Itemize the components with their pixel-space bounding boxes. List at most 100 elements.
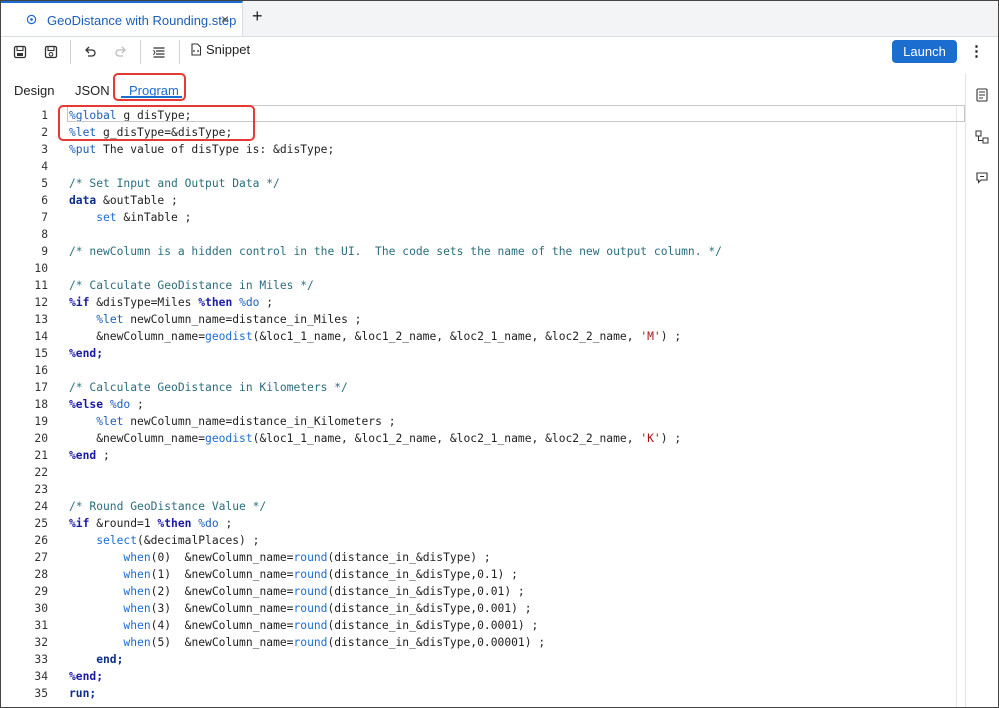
code-token: newColumn_name=distance_in_Kilometers ; <box>123 415 396 428</box>
code-token: when <box>123 585 151 598</box>
code-line: 29 when(2) &newColumn_name=round(distanc… <box>1 583 956 600</box>
line-number: 9 <box>41 245 48 258</box>
program-tab-highlight <box>113 73 186 101</box>
node-map-icon[interactable] <box>975 130 989 144</box>
save-button[interactable] <box>9 41 31 63</box>
line-number: 8 <box>41 228 48 241</box>
code-text: data &outTable ; <box>69 192 178 209</box>
file-tab[interactable]: GeoDistance with Rounding.step × <box>1 1 243 36</box>
code-token: 'M' <box>640 330 661 343</box>
line-number: 30 <box>34 602 48 615</box>
code-token: round <box>293 636 328 649</box>
code-line: 33 end; <box>1 651 956 668</box>
line-number: 3 <box>41 143 48 156</box>
right-rail <box>965 73 998 707</box>
code-token: %then <box>157 517 192 530</box>
code-token: %do <box>109 398 131 411</box>
code-text: when(1) &newColumn_name=round(distance_i… <box>69 566 518 583</box>
code-token: ) ; <box>660 432 682 445</box>
code-text: %else %do ; <box>69 396 144 413</box>
toolbar: Snippet Launch ⋮ <box>1 37 998 67</box>
snippet-button[interactable]: Snippet <box>190 42 250 57</box>
code-text: when(5) &newColumn_name=round(distance_i… <box>69 634 545 651</box>
snippet-icon <box>191 43 202 56</box>
launch-button[interactable]: Launch <box>892 40 957 63</box>
code-line: 32 when(5) &newColumn_name=round(distanc… <box>1 634 956 651</box>
line-number: 32 <box>34 636 48 649</box>
line-number: 5 <box>41 177 48 190</box>
line-number: 28 <box>34 568 48 581</box>
file-tab-bar: GeoDistance with Rounding.step × + <box>1 1 998 37</box>
format-code-button[interactable] <box>148 41 170 63</box>
line-number: 18 <box>34 398 48 411</box>
code-token: round <box>293 568 328 581</box>
line-number: 14 <box>34 330 48 343</box>
code-token: ; <box>96 449 110 462</box>
code-line: 19 %let newColumn_name=distance_in_Kilom… <box>1 413 956 430</box>
code-token: round <box>293 585 328 598</box>
line-number: 16 <box>34 364 48 377</box>
new-tab-button[interactable]: + <box>252 6 263 27</box>
code-line: 35 run; <box>1 685 956 702</box>
code-text: /* Set Input and Output Data */ <box>69 175 280 192</box>
code-text: %let newColumn_name=distance_in_Kilomete… <box>69 413 396 430</box>
code-token: ; <box>130 398 144 411</box>
code-token: (4) &newColumn_name= <box>150 619 294 632</box>
line-number: 13 <box>34 313 48 326</box>
code-token: ; <box>259 296 274 309</box>
comment-icon[interactable] <box>975 171 989 185</box>
snippet-label: Snippet <box>206 42 251 57</box>
code-token: when <box>123 636 151 649</box>
properties-icon[interactable] <box>975 88 989 102</box>
code-text: end; <box>69 651 123 668</box>
code-token: round <box>293 602 328 615</box>
code-token: run; <box>69 687 97 700</box>
code-line: 16 <box>1 362 956 379</box>
undo-button[interactable] <box>79 41 101 63</box>
code-token: when <box>123 568 151 581</box>
save-as-button[interactable] <box>40 41 62 63</box>
code-highlight <box>58 105 255 141</box>
code-token: /* Round GeoDistance Value */ <box>69 500 267 513</box>
code-token: %let <box>96 313 124 326</box>
code-text: select(&decimalPlaces) ; <box>69 532 259 549</box>
code-token: (distance_in_&disType,0.0001) ; <box>327 619 539 632</box>
code-text: %if &disType=Miles %then %do ; <box>69 294 273 311</box>
line-number: 26 <box>34 534 48 547</box>
line-number: 22 <box>34 466 48 479</box>
tab-design[interactable]: Design <box>14 83 54 98</box>
line-number: 29 <box>34 585 48 598</box>
line-number: 34 <box>34 670 48 683</box>
code-token: (distance_in_&disType,0.01) ; <box>327 585 525 598</box>
code-text: when(3) &newColumn_name=round(distance_i… <box>69 600 531 617</box>
redo-button[interactable] <box>110 41 132 63</box>
tab-json[interactable]: JSON <box>75 83 110 98</box>
close-tab-icon[interactable]: × <box>221 11 229 27</box>
code-token: %if <box>69 517 90 530</box>
code-token: (5) &newColumn_name= <box>150 636 294 649</box>
save-icon <box>13 45 27 59</box>
redo-icon <box>115 46 126 57</box>
code-token: ; <box>218 517 233 530</box>
code-editor[interactable]: 1 %global g_disType; 2 %let g_disType=&disT… <box>1 105 957 707</box>
code-text: %end; <box>69 345 103 362</box>
code-line: 28 when(1) &newColumn_name=round(distanc… <box>1 566 956 583</box>
code-token: &inTable ; <box>116 211 192 224</box>
more-options-icon[interactable]: ⋮ <box>969 42 984 60</box>
code-text: /* Calculate GeoDistance in Kilometers *… <box>69 379 348 396</box>
code-token: /* Calculate GeoDistance in Miles */ <box>69 279 314 292</box>
line-number: 24 <box>34 500 48 513</box>
line-number: 21 <box>34 449 48 462</box>
code-token: /* Set Input and Output Data */ <box>69 177 280 190</box>
step-flow-icon <box>26 14 37 25</box>
code-line: 21 %end ; <box>1 447 956 464</box>
code-token: %do <box>239 296 260 309</box>
code-text: when(4) &newColumn_name=round(distance_i… <box>69 617 538 634</box>
